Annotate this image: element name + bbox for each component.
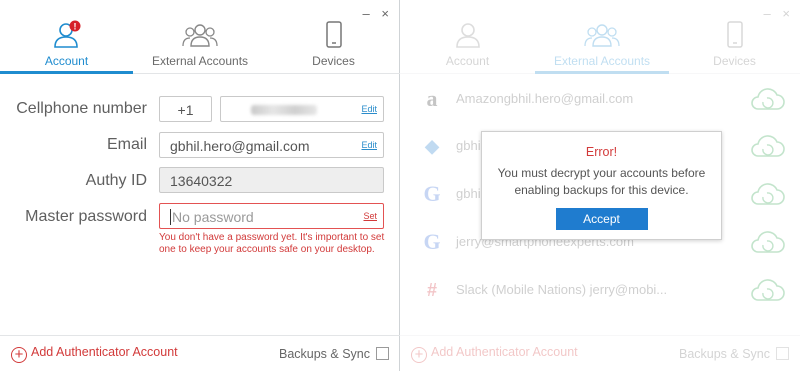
window-controls: – × <box>756 6 790 21</box>
active-tab-indicator <box>0 71 133 74</box>
minimize-button[interactable]: – <box>363 6 370 21</box>
account-name: Slack (Mobile Nations) jerry@mobi... <box>456 282 668 297</box>
cloud-sync-icon[interactable] <box>748 276 786 304</box>
cellphone-field[interactable]: Edit <box>220 96 384 122</box>
close-button[interactable]: × <box>782 6 790 21</box>
user-icon <box>455 23 480 48</box>
backups-sync-label: Backups & Sync <box>678 347 770 361</box>
tab-devices-label: Devices <box>713 54 756 68</box>
bottom-bar: + Add Authenticator Account Backups & Syn… <box>400 335 800 371</box>
amazon-icon: a <box>426 86 438 111</box>
cloud-sync-icon[interactable] <box>748 132 786 160</box>
minimize-button[interactable]: – <box>764 6 771 21</box>
google-icon: G <box>423 181 441 206</box>
account-name: Amazongbhil.hero@gmail.com <box>456 91 634 106</box>
backups-sync-toggle[interactable]: Backups & Sync <box>679 347 789 361</box>
country-code-field[interactable]: +1 <box>159 96 212 122</box>
authy-id-label: Authy ID <box>85 172 147 189</box>
email-label: Email <box>106 136 147 153</box>
tab-external-accounts-label: External Accounts <box>553 54 651 68</box>
add-authenticator-label: Add Authenticator Account <box>31 345 178 359</box>
alert-badge: ! <box>73 22 76 32</box>
tab-account[interactable]: ! Account <box>0 20 133 74</box>
backups-sync-label: Backups & Sync <box>278 347 370 361</box>
user-icon: ! <box>53 20 80 48</box>
cloud-sync-icon[interactable] <box>748 228 786 256</box>
authy-id-field: 13640322 <box>159 167 384 193</box>
backups-sync-toggle[interactable]: Backups & Sync <box>279 347 389 361</box>
error-dialog: Error! You must decrypt your accounts be… <box>481 131 722 240</box>
window-controls: – × <box>355 6 389 21</box>
account-window: – × ! Account External Accounts Devices … <box>0 0 400 371</box>
cellphone-label: Cellphone number <box>16 100 147 117</box>
tab-bar: ! Account External Accounts Devices <box>0 20 400 74</box>
cloud-sync-icon[interactable] <box>748 85 786 113</box>
dialog-message: You must decrypt your accounts before en… <box>497 166 706 197</box>
account-name: gbhil <box>456 138 484 153</box>
google-icon: G <box>423 229 441 254</box>
phone-icon <box>726 21 743 48</box>
set-password-link[interactable]: Set <box>363 211 377 221</box>
accept-button[interactable]: Accept <box>555 208 648 230</box>
email-field[interactable]: gbhil.hero@gmail.com Edit <box>159 132 384 158</box>
backups-sync-checkbox[interactable] <box>376 347 389 360</box>
dialog-title: Error! <box>585 145 618 159</box>
tab-external-accounts-label: External Accounts <box>151 54 249 68</box>
plus-circle-icon: + <box>411 347 427 363</box>
country-code-value: +1 <box>177 102 194 118</box>
dropbox-icon: ◆ <box>425 136 439 156</box>
list-item[interactable]: a Amazongbhil.hero@gmail.com <box>400 75 800 123</box>
add-authenticator-button[interactable]: + Add Authenticator Account <box>11 345 178 363</box>
master-password-field[interactable]: No password Set <box>159 203 384 229</box>
account-name: gbhi <box>456 186 481 201</box>
cloud-sync-icon[interactable] <box>748 180 786 208</box>
master-password-placeholder: No password <box>170 209 254 225</box>
list-item[interactable]: # Slack (Mobile Nations) jerry@mobi... <box>400 266 800 314</box>
add-authenticator-button[interactable]: + Add Authenticator Account <box>411 345 578 363</box>
phone-icon <box>325 21 342 48</box>
edit-email-link[interactable]: Edit <box>361 140 377 150</box>
password-error-message: You don't have a password yet. It's impo… <box>159 232 385 255</box>
tab-devices[interactable]: Devices <box>267 20 400 74</box>
active-tab-indicator <box>535 71 669 74</box>
backups-sync-checkbox[interactable] <box>776 347 789 360</box>
tab-external-accounts[interactable]: External Accounts <box>133 20 267 74</box>
plus-circle-icon: + <box>11 347 27 363</box>
group-icon <box>584 24 620 47</box>
tab-devices-label: Devices <box>312 54 355 68</box>
authy-id-value: 13640322 <box>170 173 233 189</box>
group-icon <box>182 24 218 47</box>
edit-cellphone-link[interactable]: Edit <box>361 104 377 114</box>
close-button[interactable]: × <box>381 6 389 21</box>
email-value: gbhil.hero@gmail.com <box>170 138 310 154</box>
tab-devices[interactable]: Devices <box>669 20 800 74</box>
add-authenticator-label: Add Authenticator Account <box>431 345 578 359</box>
slack-icon: # <box>426 280 437 300</box>
tab-account-label: Account <box>44 54 89 68</box>
tab-external-accounts[interactable]: External Accounts <box>535 20 669 74</box>
tab-account-label: Account <box>445 54 490 68</box>
master-password-label: Master password <box>25 208 147 225</box>
redacted-number <box>251 105 317 115</box>
bottom-bar: + Add Authenticator Account Backups & Syn… <box>0 335 400 371</box>
tab-bar: Account External Accounts Devices <box>400 20 800 74</box>
tab-account[interactable]: Account <box>400 20 535 74</box>
